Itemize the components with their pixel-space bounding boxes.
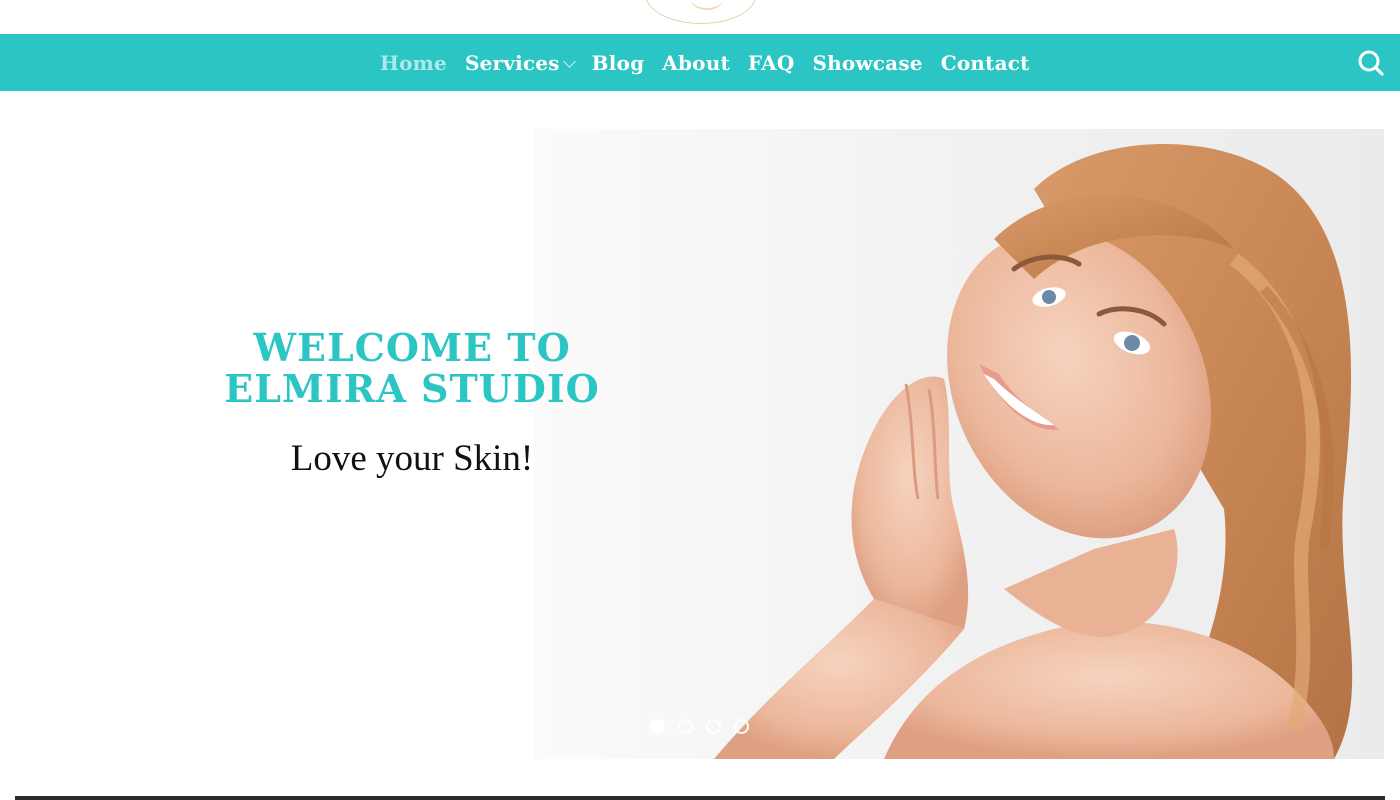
hero-title: WELCOME TO ELMIRA STUDIO xyxy=(200,327,624,409)
hero-subtitle: Love your Skin! xyxy=(290,438,534,479)
nav-label-contact: Contact xyxy=(940,50,1030,75)
nav-label-faq: FAQ xyxy=(747,50,795,75)
hero-title-line2: ELMIRA STUDIO xyxy=(224,366,600,411)
nav-item-about[interactable]: About xyxy=(653,34,739,91)
nav-label-services: Services xyxy=(464,50,560,75)
main-navigation: Home Services Blog About FAQ Showcase Co… xyxy=(0,34,1400,91)
portrait-illustration xyxy=(714,144,1353,759)
nav-item-showcase[interactable]: Showcase xyxy=(803,34,931,91)
chevron-down-icon xyxy=(562,54,576,68)
next-section-banner xyxy=(15,796,1385,800)
slider-pagination xyxy=(650,719,749,734)
nav-label-blog: Blog xyxy=(591,50,645,75)
slider-dot-3[interactable] xyxy=(706,719,721,734)
hero-title-line1: WELCOME TO xyxy=(253,325,571,370)
nav-label-about: About xyxy=(662,50,730,75)
slider-dot-4[interactable] xyxy=(734,719,749,734)
nav-label-home: Home xyxy=(380,50,447,75)
search-button[interactable] xyxy=(1356,48,1386,78)
search-icon xyxy=(1358,50,1384,76)
hero-text-block: WELCOME TO ELMIRA STUDIO Love your Skin! xyxy=(200,327,624,480)
hero-slide-image xyxy=(534,129,1384,759)
slider-dot-2[interactable] xyxy=(678,719,693,734)
nav-item-home[interactable]: Home xyxy=(371,34,456,91)
nav-menu: Home Services Blog About FAQ Showcase Co… xyxy=(371,34,1039,91)
nav-item-faq[interactable]: FAQ xyxy=(739,34,804,91)
hero-slider: WELCOME TO ELMIRA STUDIO Love your Skin! xyxy=(0,91,1400,791)
nav-item-blog[interactable]: Blog xyxy=(583,34,654,91)
top-header xyxy=(0,0,1400,34)
slider-dot-1[interactable] xyxy=(650,719,665,734)
nav-label-showcase: Showcase xyxy=(812,50,923,75)
nav-item-contact[interactable]: Contact xyxy=(932,34,1039,91)
nav-item-services[interactable]: Services xyxy=(456,34,583,91)
